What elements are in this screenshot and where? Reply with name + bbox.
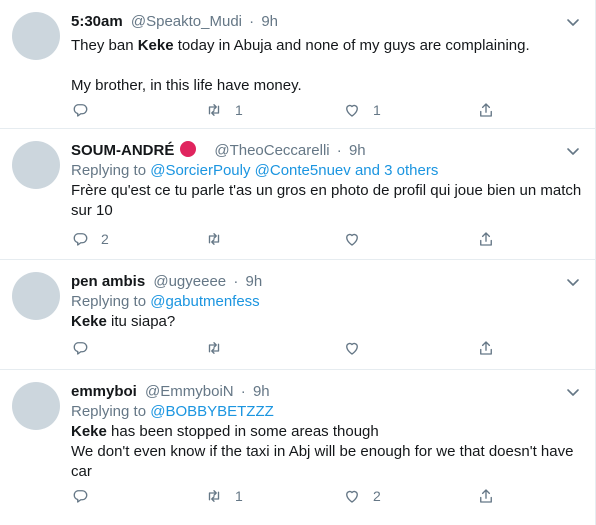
replying-to-label: Replying to (71, 293, 147, 310)
replying-to-link[interactable]: @gabutmenfess (150, 293, 259, 310)
avatar[interactable] (12, 141, 60, 189)
user-handle[interactable]: @Speakto_Mudi (131, 13, 242, 30)
user-handle[interactable]: @TheoCeccarelli (214, 142, 329, 159)
red-circle-emoji (180, 141, 197, 157)
tweet-header: SOUM-ANDRÉ @TheoCeccarelli · 9h (71, 141, 583, 161)
tweet-actions: 1 2 (71, 486, 496, 506)
tweet-text-bold: Keke (71, 313, 107, 330)
reply-icon (73, 342, 88, 355)
tweet[interactable]: SOUM-ANDRÉ @TheoCeccarelli · 9h Replying … (0, 129, 595, 260)
separator-dot: · (249, 13, 255, 30)
share-icon (480, 103, 492, 117)
retweet-button[interactable] (205, 229, 235, 249)
retweet-icon (208, 104, 220, 116)
display-name[interactable]: emmyboi (71, 383, 137, 400)
like-icon (346, 342, 358, 355)
replying-to-label: Replying to (71, 403, 147, 420)
replying-to: Replying to @SorcierPouly @Conte5nuev an… (71, 161, 583, 181)
timestamp[interactable]: 9h (253, 383, 270, 400)
display-name[interactable]: SOUM-ANDRÉ (71, 142, 174, 159)
retweet-icon (208, 233, 220, 245)
tweet-text-before: They ban (71, 37, 138, 54)
like-icon (346, 490, 358, 503)
user-handle[interactable]: @EmmyboiN (145, 383, 234, 400)
like-button[interactable] (343, 229, 373, 249)
replying-to-label: Replying to (71, 162, 147, 179)
avatar[interactable] (12, 272, 60, 320)
replying-to: Replying to @gabutmenfess (71, 292, 583, 312)
tweet-text-bold: Keke (137, 37, 174, 54)
tweet-header: 5:30am @Speakto_Mudi · 9h (71, 12, 583, 32)
reply-icon (73, 233, 88, 246)
retweet-icon (208, 490, 220, 502)
share-button[interactable] (477, 338, 495, 358)
retweet-count: 1 (235, 488, 243, 504)
tweet-text-bold: Keke (71, 423, 107, 440)
tweet-text: Keke has been stopped in some areas thou… (71, 422, 583, 482)
reply-button[interactable] (71, 338, 101, 358)
tweet-text: Frère qu'est ce tu parle t'as un gros en… (71, 181, 583, 221)
avatar[interactable] (12, 382, 60, 430)
share-icon (480, 232, 492, 246)
like-button[interactable] (343, 338, 373, 358)
replying-to-link[interactable]: @BOBBYBETZZZ (150, 403, 274, 420)
user-handle[interactable]: @ugyeeee (153, 273, 226, 290)
avatar[interactable] (12, 12, 60, 60)
tweet[interactable]: emmyboi @EmmyboiN · 9h Replying to @BOBB… (0, 370, 595, 525)
share-button[interactable] (477, 486, 495, 506)
tweet-text: Keke itu siapa? (71, 312, 583, 332)
tweet-actions: 1 1 (71, 100, 496, 120)
timestamp[interactable]: 9h (349, 142, 366, 159)
retweet-button[interactable]: 1 (205, 100, 243, 120)
tweet[interactable]: 5:30am @Speakto_Mudi · 9h They ban Keke … (0, 0, 595, 129)
like-count: 2 (373, 488, 381, 504)
share-button[interactable] (477, 229, 495, 249)
reply-button[interactable] (71, 100, 101, 120)
timestamp[interactable]: 9h (261, 13, 278, 30)
tweet-header: emmyboi @EmmyboiN · 9h (71, 382, 583, 402)
retweet-button[interactable]: 1 (205, 486, 243, 506)
reply-button[interactable]: 2 (71, 229, 109, 249)
reply-icon (73, 490, 88, 503)
tweet-header: pen ambis @ugyeeee · 9h (71, 272, 583, 292)
separator-dot: · (233, 273, 239, 290)
share-icon (480, 489, 492, 503)
timestamp[interactable]: 9h (245, 273, 262, 290)
display-name[interactable]: pen ambis (71, 273, 145, 290)
separator-dot: · (240, 383, 246, 400)
tweet-actions (71, 338, 496, 358)
reply-button[interactable] (71, 486, 101, 506)
tweet-text-before: Frère qu'est ce tu parle t'as un gros en… (71, 182, 586, 219)
like-icon (346, 104, 358, 117)
like-button[interactable]: 1 (343, 100, 381, 120)
share-icon (480, 341, 492, 355)
tweet-text-after: itu siapa? (106, 313, 176, 330)
tweet[interactable]: pen ambis @ugyeeee · 9h Replying to @gab… (0, 260, 595, 370)
like-icon (346, 233, 358, 246)
timeline: 5:30am @Speakto_Mudi · 9h They ban Keke … (0, 0, 596, 525)
tweet-text-after: has been stopped in some areas though We… (71, 423, 574, 480)
reply-icon (73, 104, 88, 117)
reply-count: 2 (101, 231, 109, 247)
retweet-button[interactable] (205, 338, 235, 358)
tweet-text: They ban Keke today in Abuja and none of… (71, 36, 583, 96)
like-button[interactable]: 2 (343, 486, 381, 506)
separator-dot: · (336, 142, 342, 159)
like-count: 1 (373, 102, 381, 118)
retweet-icon (208, 342, 220, 354)
tweet-actions: 2 (71, 229, 496, 249)
retweet-count: 1 (235, 102, 243, 118)
display-name[interactable]: 5:30am (71, 13, 123, 30)
replying-to: Replying to @BOBBYBETZZZ (71, 402, 583, 422)
share-button[interactable] (477, 100, 495, 120)
replying-to-link[interactable]: @SorcierPouly @Conte5nuev and 3 others (150, 162, 438, 179)
